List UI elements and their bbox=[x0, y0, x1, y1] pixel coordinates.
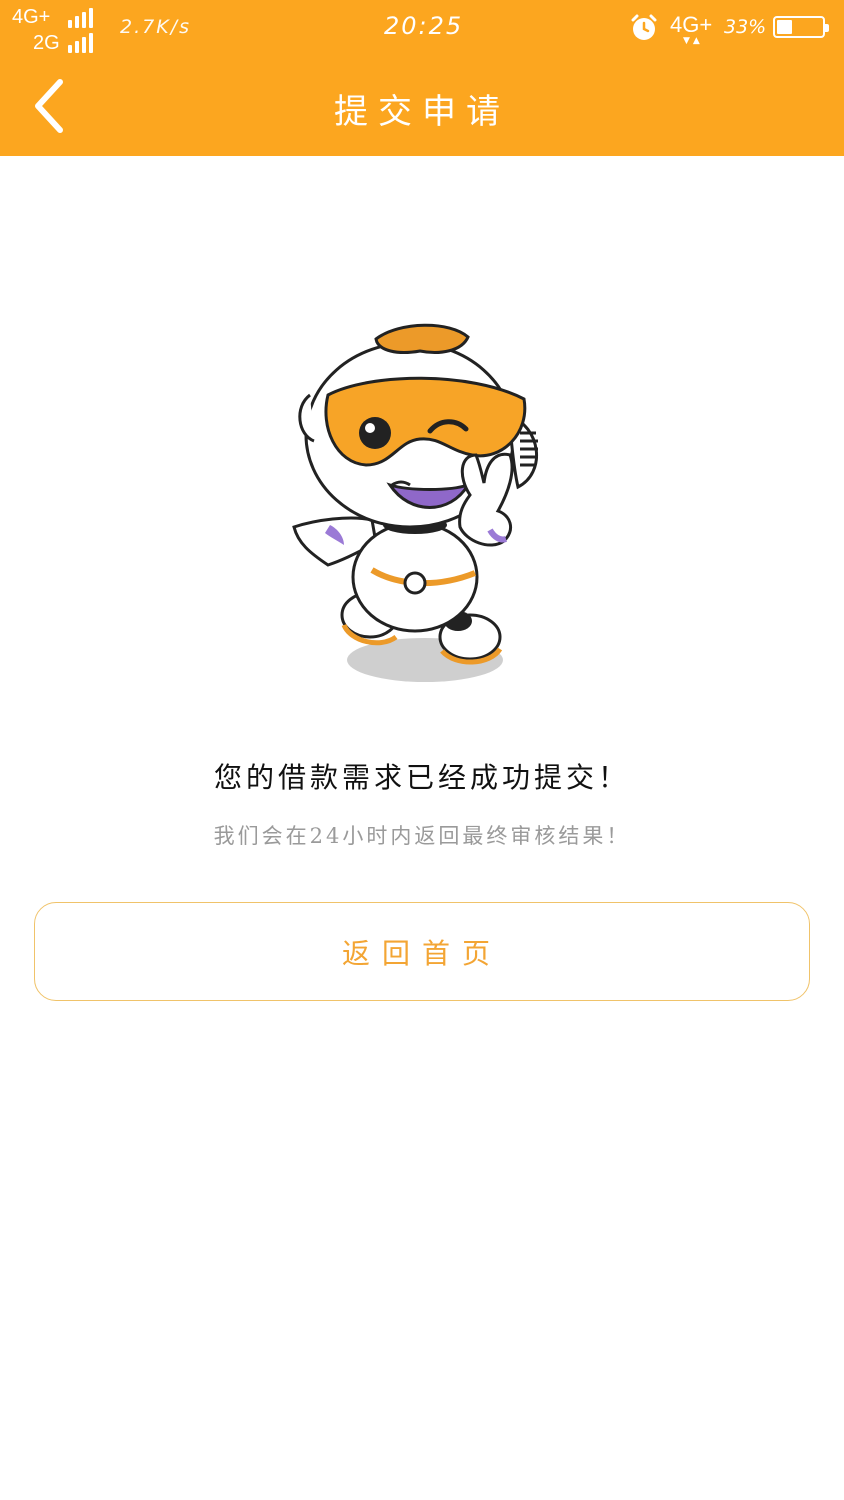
robot-mascot-icon bbox=[292, 323, 539, 682]
clock: 20:25 bbox=[384, 12, 464, 40]
signal-icon bbox=[68, 33, 93, 53]
app-header: 4G+ 2G 2.7K/s 20:25 4G+ ▼▲ 33% 提交申请 bbox=[0, 0, 844, 156]
network-speed: 2.7K/s bbox=[120, 16, 191, 38]
return-home-button[interactable]: 返回首页 bbox=[34, 902, 810, 1001]
data-activity-icon: ▼▲ bbox=[683, 36, 703, 46]
network-type-1: 4G+ bbox=[12, 6, 51, 28]
battery-percent: 33% bbox=[724, 16, 767, 38]
status-bar: 4G+ 2G 2.7K/s 20:25 4G+ ▼▲ 33% bbox=[0, 0, 844, 56]
network-type-3: 4G+ bbox=[670, 12, 713, 37]
signal-icon bbox=[68, 8, 93, 28]
network-type-2: 2G bbox=[33, 32, 60, 54]
battery-icon bbox=[773, 16, 829, 38]
success-message: 您的借款需求已经成功提交！ bbox=[213, 761, 630, 794]
page-title: 提交申请 bbox=[334, 92, 510, 132]
alarm-icon bbox=[631, 14, 657, 40]
review-notice: 我们会在24小时内返回最终审核结果！ bbox=[213, 824, 631, 848]
